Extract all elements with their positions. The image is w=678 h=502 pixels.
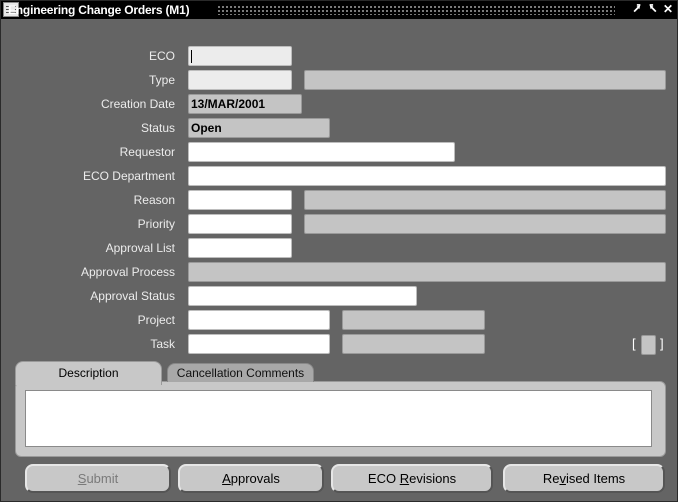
eco-revisions-label-pre: ECO xyxy=(367,471,400,486)
task-description-field xyxy=(342,334,485,354)
creation-date-label: Creation Date xyxy=(100,97,175,111)
task-field[interactable] xyxy=(188,334,330,354)
flexfield-close-bracket: ] xyxy=(660,336,664,351)
approval-status-field[interactable] xyxy=(188,286,417,306)
type-field[interactable] xyxy=(188,70,292,90)
revised-items-label-pre: Re xyxy=(542,471,560,486)
requestor-label: Requestor xyxy=(119,145,175,159)
submit-button[interactable]: Submit xyxy=(25,464,171,493)
project-field[interactable] xyxy=(188,310,330,330)
minimize-icon[interactable]: ⭷ xyxy=(630,2,644,17)
reason-field[interactable] xyxy=(188,190,292,210)
title-bar[interactable]: Engineering Change Orders (M1) ⭷ ⭶ ✕ xyxy=(1,1,677,19)
revised-items-label-post: ised Items xyxy=(565,471,626,486)
eco-window: Engineering Change Orders (M1) ⭷ ⭶ ✕ ECO… xyxy=(0,0,678,502)
creation-date-field: 13/MAR/2001 xyxy=(188,94,302,114)
status-label: Status xyxy=(140,121,175,135)
descriptive-flexfield[interactable] xyxy=(641,335,656,355)
eco-revisions-label-post: evisions xyxy=(409,471,457,486)
submit-label-post: ubmit xyxy=(86,471,119,486)
tab-description[interactable]: Description xyxy=(15,361,162,385)
status-field: Open xyxy=(188,118,330,138)
priority-field[interactable] xyxy=(188,214,292,234)
maximize-icon[interactable]: ⭶ xyxy=(646,2,660,17)
title-bar-pattern xyxy=(217,5,615,15)
window-title: Engineering Change Orders (M1) xyxy=(8,3,190,17)
priority-label: Priority xyxy=(137,217,175,231)
project-label: Project xyxy=(137,313,175,327)
reason-description-field xyxy=(304,190,666,210)
priority-description-field xyxy=(304,214,666,234)
approval-list-label: Approval List xyxy=(105,241,175,255)
close-icon[interactable]: ✕ xyxy=(661,2,675,17)
eco-revisions-label-mnemonic: R xyxy=(399,471,410,486)
approvals-label-mnemonic: A xyxy=(222,471,231,486)
requestor-field[interactable] xyxy=(188,142,455,162)
eco-field[interactable] xyxy=(188,46,292,66)
description-textarea[interactable] xyxy=(25,390,652,447)
revised-items-button[interactable]: Revised Items xyxy=(503,464,665,493)
text-cursor xyxy=(191,50,192,63)
approval-status-label: Approval Status xyxy=(90,289,175,303)
approval-list-field[interactable] xyxy=(188,238,292,258)
type-label: Type xyxy=(148,73,175,87)
task-label: Task xyxy=(150,337,175,351)
approvals-button[interactable]: Approvals xyxy=(178,464,324,493)
approvals-label-post: pprovals xyxy=(230,471,280,486)
approval-process-field xyxy=(188,262,666,282)
eco-label: ECO xyxy=(148,49,175,63)
type-description-field xyxy=(304,70,666,90)
approval-process-label: Approval Process xyxy=(80,265,175,279)
eco-revisions-button[interactable]: ECO Revisions xyxy=(331,464,493,493)
flexfield-open-bracket: [ xyxy=(632,336,636,351)
reason-label: Reason xyxy=(133,193,175,207)
project-description-field xyxy=(342,310,485,330)
eco-department-label: ECO Department xyxy=(82,169,175,183)
eco-department-field[interactable] xyxy=(188,166,666,186)
tab-cancellation-comments[interactable]: Cancellation Comments xyxy=(167,363,314,382)
